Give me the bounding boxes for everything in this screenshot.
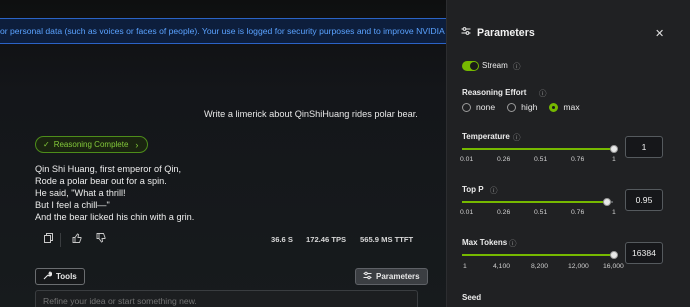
answer-line: Rode a polar bear out for a spin.	[35, 176, 167, 187]
answer-line: Qin Shi Huang, first emperor of Qin,	[35, 164, 182, 174]
temperature-slider-thumb[interactable]	[610, 145, 618, 153]
tick-label: 0.01	[460, 209, 474, 216]
tick-label: 8,200	[531, 263, 549, 270]
tick-label: 1	[463, 263, 467, 270]
parameters-button[interactable]: Parameters	[355, 268, 428, 285]
action-divider	[60, 233, 61, 247]
tick-label: 0.76	[571, 156, 585, 163]
answer-line: He said, "What a thrill!	[35, 188, 126, 199]
tick-label: 0.51	[534, 209, 548, 216]
sliders-icon	[461, 26, 471, 39]
reasoning-effort-label: Reasoning Effort	[462, 88, 527, 97]
reasoning-effort-options: none high max	[462, 102, 587, 112]
radio-high[interactable]	[507, 102, 517, 112]
tick-label: 0.76	[571, 209, 585, 216]
reasoning-chip-label: Reasoning Complete	[53, 140, 129, 149]
info-icon[interactable]: ⓘ	[513, 61, 521, 72]
check-icon: ✓	[43, 140, 50, 149]
tick-label: 16,000	[603, 263, 624, 270]
time-metric: 36.6 S	[271, 235, 293, 244]
stream-toggle[interactable]	[462, 61, 479, 71]
radio-none[interactable]	[462, 102, 471, 112]
max-tokens-slider[interactable]	[462, 254, 613, 256]
close-icon[interactable]: ✕	[655, 27, 664, 40]
max-tokens-slider-thumb[interactable]	[610, 251, 618, 259]
assistant-answer: Qin Shi Huang, first emperor of Qin, Rod…	[35, 163, 194, 223]
wrench-icon	[43, 271, 53, 282]
tools-label: Tools	[56, 272, 77, 281]
thumbs-up-icon[interactable]	[70, 233, 84, 247]
notice-banner-text: or personal data (such as voices or face…	[0, 26, 445, 36]
panel-header: Parameters	[461, 26, 535, 39]
chat-area: or personal data (such as voices or face…	[0, 0, 446, 307]
info-icon[interactable]: ⓘ	[509, 238, 517, 249]
radio-max-label: max	[563, 102, 580, 112]
temperature-value-input[interactable]: 1	[625, 136, 663, 158]
tick-label: 0.26	[497, 156, 511, 163]
top-p-value-input[interactable]: 0.95	[625, 189, 663, 211]
temperature-label: Temperature	[462, 132, 510, 141]
top-p-slider[interactable]	[462, 201, 606, 203]
tick-label: 1	[612, 209, 616, 216]
max-tokens-value-input[interactable]: 16384	[625, 242, 663, 264]
parameters-panel: Parameters ✕ Stream ⓘ Reasoning Effort ⓘ…	[446, 0, 690, 307]
message-actions: 36.6 S 172.46 TPS 565.9 MS TTFT	[38, 233, 418, 249]
reasoning-complete-chip[interactable]: ✓ Reasoning Complete ›	[35, 136, 149, 153]
sliders-icon	[363, 271, 372, 282]
radio-none-label: none	[476, 102, 496, 112]
parameters-label: Parameters	[376, 272, 420, 281]
tick-label: 4,100	[493, 263, 511, 270]
info-icon[interactable]: ⓘ	[513, 132, 521, 143]
chevron-right-icon: ›	[135, 139, 139, 150]
top-p-ticks: 0.01 0.26 0.51 0.76 1	[460, 209, 620, 219]
panel-title: Parameters	[477, 26, 535, 39]
answer-line: But I feel a chill—"	[35, 200, 110, 211]
stream-label: Stream	[482, 61, 508, 70]
notice-banner: or personal data (such as voices or face…	[0, 18, 446, 44]
info-icon[interactable]: ⓘ	[539, 88, 547, 99]
tools-button[interactable]: Tools	[35, 268, 85, 285]
tick-label: 0.26	[497, 209, 511, 216]
max-tokens-label: Max Tokens	[462, 238, 508, 247]
top-p-label: Top P	[462, 185, 484, 194]
copy-icon[interactable]	[41, 233, 55, 247]
radio-high-label: high	[521, 102, 538, 112]
tick-label: 12,000	[568, 263, 589, 270]
answer-line: And the bear licked his chin with a grin…	[35, 212, 195, 223]
radio-max[interactable]	[549, 102, 559, 112]
tps-metric: 172.46 TPS	[306, 235, 347, 244]
user-message: Write a limerick about QinShiHuang rides…	[204, 109, 418, 119]
ttft-metric: 565.9 MS TTFT	[360, 235, 414, 244]
tick-label: 0.51	[534, 156, 548, 163]
prompt-input[interactable]	[35, 290, 418, 307]
top-p-slider-rest	[611, 201, 613, 203]
seed-label: Seed	[462, 293, 482, 302]
max-tokens-ticks: 1 4,100 8,200 12,000 16,000	[460, 263, 624, 273]
top-p-slider-thumb[interactable]	[603, 198, 611, 206]
thumbs-down-icon[interactable]	[94, 233, 108, 247]
info-icon[interactable]: ⓘ	[490, 185, 498, 196]
temperature-slider[interactable]	[462, 148, 613, 150]
tick-label: 1	[612, 156, 616, 163]
temperature-ticks: 0.01 0.26 0.51 0.76 1	[460, 156, 620, 166]
tick-label: 0.01	[460, 156, 474, 163]
